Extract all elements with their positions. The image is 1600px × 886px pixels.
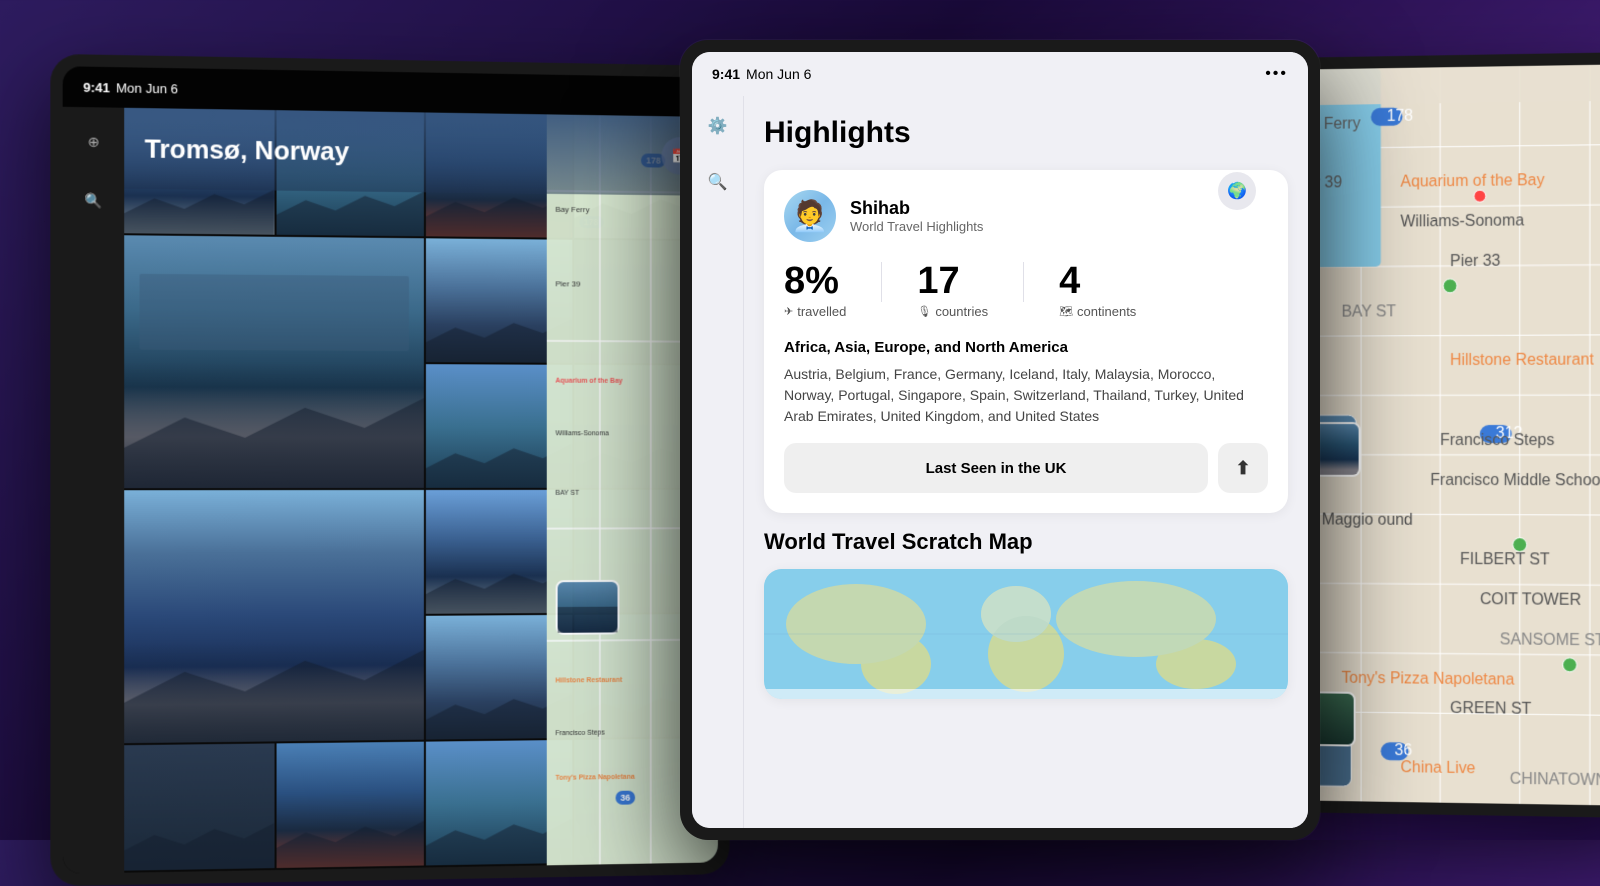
svg-text:SANSOME ST: SANSOME ST (1500, 631, 1600, 649)
share-icon: ⬆ (1235, 458, 1250, 479)
stat-countries-value: 17 (917, 262, 988, 300)
tablet-right-screen: ••• (1284, 64, 1600, 806)
svg-text:Hillstone Restaurant: Hillstone Restaurant (1450, 352, 1594, 370)
last-seen-button[interactable]: Last Seen in the UK (784, 443, 1208, 493)
tablet-right: ••• (1272, 52, 1600, 818)
stat-travelled-value: 8% (784, 262, 846, 300)
stats-divider-1 (881, 262, 882, 302)
user-name: Shihab (850, 198, 983, 219)
scratch-map-visual (764, 569, 1288, 699)
stat-continents-label: continents (1077, 304, 1136, 319)
share-button[interactable]: ⬆ (1218, 443, 1268, 493)
svg-text:China Live: China Live (1401, 759, 1476, 777)
tablet-center-time: 9:41 (712, 66, 740, 82)
compass-icon[interactable]: ⊕ (79, 127, 108, 156)
photo-cell[interactable] (276, 867, 424, 870)
scratch-map-title: World Travel Scratch Map (764, 529, 1288, 555)
photo-grid-header: Tromsø, Norway 📅 (124, 108, 718, 196)
page-title: Highlights (764, 116, 1288, 150)
center-sidebar: ⚙️ 🔍 (692, 96, 744, 828)
tablet-right-status: ••• (1284, 64, 1600, 105)
tablet-center-date: Mon Jun 6 (746, 66, 811, 82)
stat-countries-label: countries (935, 304, 988, 319)
svg-text:Pier 33: Pier 33 (1450, 253, 1501, 270)
scratch-map-card[interactable] (764, 569, 1288, 699)
svg-text:36: 36 (1395, 742, 1413, 759)
tablet-center-dots: ••• (1265, 65, 1288, 83)
svg-text:178: 178 (1387, 107, 1414, 124)
svg-text:Maggio ound: Maggio ound (1322, 511, 1413, 528)
map-icon: 🗺 (1059, 305, 1073, 318)
tablet-left-screen: 9:41 Mon Jun 6 •• ⊕ 🔍 Tromsø, Norway 📅 (63, 66, 718, 874)
stat-continents-label-row: 🗺 continents (1059, 304, 1136, 319)
photo-cell[interactable] (124, 490, 424, 743)
stat-continents: 4 🗺 continents (1059, 262, 1136, 319)
photo-cell[interactable] (124, 235, 424, 488)
tablet-center: 9:41 Mon Jun 6 ••• ⚙️ 🔍 🌍 Highlights (680, 40, 1320, 840)
photo-cell[interactable] (124, 870, 274, 873)
stat-travelled: 8% ✈ travelled (784, 262, 846, 319)
svg-text:Francisco Middle School: Francisco Middle School (1430, 472, 1600, 489)
tablet-left-date: Mon Jun 6 (116, 80, 178, 96)
svg-text:Tony's Pizza Napoletana: Tony's Pizza Napoletana (1341, 669, 1514, 688)
countries-list: Austria, Belgium, France, Germany, Icela… (784, 364, 1268, 427)
action-row: Last Seen in the UK ⬆ (784, 443, 1268, 493)
gear-icon[interactable]: ⚙️ (704, 112, 732, 140)
svg-text:Francisco Steps: Francisco Steps (1440, 432, 1554, 449)
highlights-card: 🧑‍💼 Shihab World Travel Highlights 8% ✈ (764, 170, 1288, 513)
svg-text:COIT TOWER: COIT TOWER (1480, 591, 1581, 609)
user-subtitle: World Travel Highlights (850, 219, 983, 234)
plane-icon: ✈ (784, 305, 793, 318)
svg-text:Williams-Sonoma: Williams-Sonoma (1401, 212, 1525, 230)
search-icon-center[interactable]: 🔍 (704, 168, 732, 196)
main-panel: 🌍 Highlights 🧑‍💼 Shihab World Travel Hig… (744, 96, 1308, 828)
avatar-emoji: 🧑‍💼 (791, 199, 828, 234)
stat-continents-value: 4 (1059, 262, 1136, 300)
avatar: 🧑‍💼 (784, 190, 836, 242)
stats-divider-2 (1023, 262, 1024, 302)
tablet-center-screen: 9:41 Mon Jun 6 ••• ⚙️ 🔍 🌍 Highlights (692, 52, 1308, 828)
svg-text:GREEN ST: GREEN ST (1450, 700, 1532, 718)
location-title: Tromsø, Norway (145, 133, 350, 167)
photo-cell[interactable] (276, 742, 424, 868)
svg-text:FILBERT ST: FILBERT ST (1460, 551, 1550, 569)
stat-countries-label-row: 🎙 countries (917, 304, 988, 319)
tablet-left-time: 9:41 (83, 79, 110, 95)
tablet-center-status-bar: 9:41 Mon Jun 6 ••• (692, 52, 1308, 96)
svg-text:Aquarium of the Bay: Aquarium of the Bay (1401, 172, 1545, 191)
tablet-left: 9:41 Mon Jun 6 •• ⊕ 🔍 Tromsø, Norway 📅 (50, 54, 729, 886)
stat-travelled-label-row: ✈ travelled (784, 304, 846, 319)
search-icon-left[interactable]: 🔍 (79, 186, 108, 215)
center-content: ⚙️ 🔍 🌍 Highlights 🧑‍💼 (692, 96, 1308, 828)
svg-text:BAY ST: BAY ST (1341, 303, 1396, 320)
user-info: Shihab World Travel Highlights (850, 198, 983, 234)
right-map-bg: Bay Ferry Pier 39 178 312 36 Aquarium of… (1284, 64, 1600, 806)
stats-row: 8% ✈ travelled 17 🎙 countries (784, 262, 1268, 319)
stat-travelled-label: travelled (797, 304, 846, 319)
photo-cell[interactable] (124, 743, 274, 870)
continents-visited: Africa, Asia, Europe, and North America (784, 339, 1268, 356)
user-row: 🧑‍💼 Shihab World Travel Highlights (784, 190, 1268, 242)
globe-button[interactable]: 🌍 (1218, 172, 1256, 210)
svg-text:CHINATOWN: CHINATOWN (1510, 771, 1600, 790)
left-tablet-sidebar: ⊕ 🔍 (63, 107, 125, 874)
mic-icon: 🎙 (917, 305, 931, 318)
stat-countries: 17 🎙 countries (917, 262, 988, 319)
